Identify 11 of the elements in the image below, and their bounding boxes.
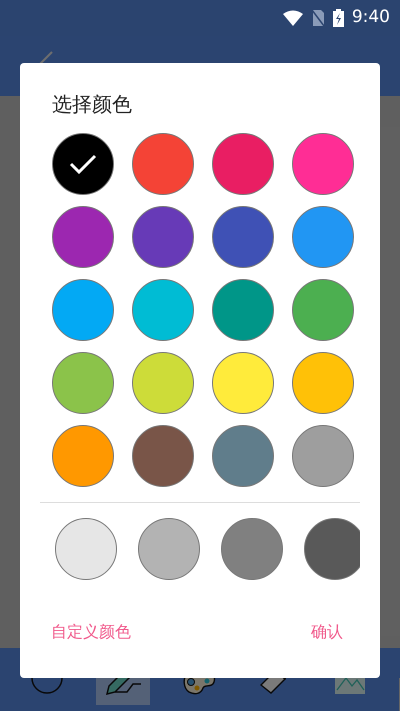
color-swatch[interactable] xyxy=(304,518,360,580)
image-icon xyxy=(334,678,366,694)
status-time: 9:40 xyxy=(352,6,390,30)
dialog-title: 选择颜色 xyxy=(52,91,133,118)
confirm-button[interactable]: 确认 xyxy=(311,620,349,644)
no-sim-icon xyxy=(310,9,325,27)
tool-button[interactable] xyxy=(96,678,150,705)
wifi-icon xyxy=(282,10,303,26)
check-icon xyxy=(68,152,98,176)
custom-color-button[interactable]: 自定义颜色 xyxy=(51,620,131,644)
battery-charging-icon xyxy=(332,9,344,27)
